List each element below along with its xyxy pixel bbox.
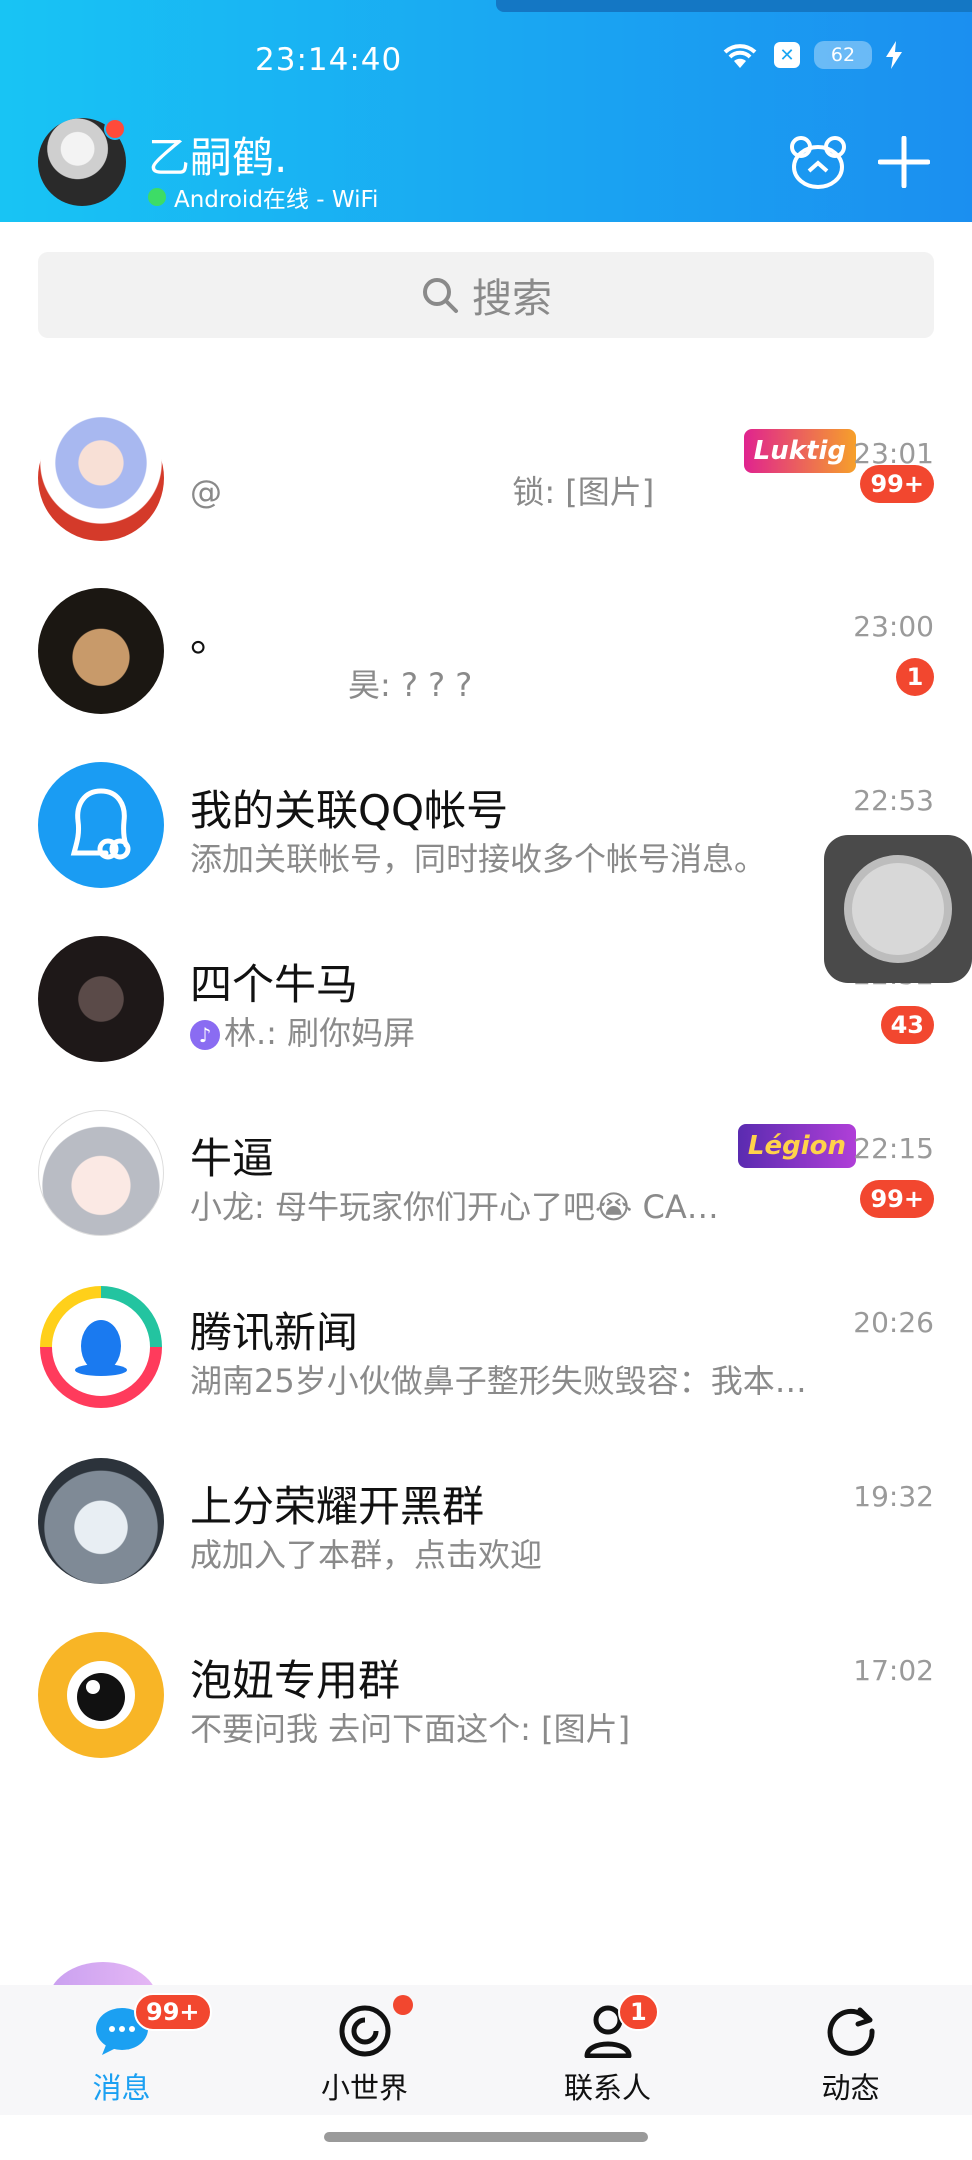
chat-item[interactable]: 牛逼 Légion 22:15 小龙: 母牛玩家你们开心了吧😭 CA… 99+: [0, 1070, 972, 1244]
nav-messages[interactable]: 消息 99+: [0, 1985, 243, 2115]
notification-x-icon: ✕: [774, 42, 800, 68]
eye-logo-icon: [67, 1661, 135, 1729]
chat-title: 腾讯新闻: [190, 1308, 359, 1357]
music-note-icon: ♪: [190, 1020, 220, 1050]
online-status-text: Android在线 - WiFi: [174, 187, 379, 213]
unread-badge: 99+: [860, 1180, 934, 1218]
chat-avatar[interactable]: [38, 1284, 164, 1410]
refresh-star-icon: [823, 2003, 879, 2059]
status-time: 23:14:40: [255, 42, 403, 78]
avatar-notification-dot: [104, 118, 126, 140]
chat-preview: 湖南25岁小伙做鼻子整形失败毁容：我本…: [190, 1362, 807, 1400]
online-dot-icon: [148, 188, 166, 206]
search-placeholder: 搜索: [472, 276, 552, 322]
bear-icon: [790, 136, 846, 189]
chat-preview: 不要问我 去问下面这个: [图片]: [190, 1710, 631, 1748]
chat-preview-text: 锁: [图片]: [512, 473, 655, 511]
unread-badge: 1: [896, 658, 934, 696]
chat-time: 20:26: [853, 1306, 934, 1339]
chat-preview-mention: @: [190, 473, 222, 511]
chat-preview: 成加入了本群，点击欢迎: [190, 1536, 543, 1574]
chat-preview: ♪ 林.: 刷你妈屏: [190, 1008, 415, 1054]
chat-item[interactable]: 泡妞专用群 17:02 不要问我 去问下面这个: [图片]: [0, 1592, 972, 1766]
nav-contacts-label: 联系人: [563, 2071, 651, 2105]
chat-preview: 昊: ? ? ?: [348, 666, 473, 704]
nickname: 乙嗣鹤.: [148, 133, 288, 182]
chat-item[interactable]: 。 23:00 昊: ? ? ? 1: [0, 548, 972, 722]
chat-avatar[interactable]: [38, 936, 164, 1062]
chat-avatar[interactable]: [38, 588, 164, 714]
search-icon: [423, 278, 458, 313]
chat-preview-text: 林.: 刷你妈屏: [224, 1014, 416, 1052]
chat-preview: @ 锁: [图片]: [190, 467, 654, 513]
nav-world-dot: [393, 1995, 413, 2015]
pet-button[interactable]: [786, 130, 850, 194]
wifi-icon: [720, 40, 760, 70]
chat-preview: 小龙: 母牛玩家你们开心了吧😭 CA…: [190, 1188, 719, 1226]
chat-preview: 添加关联帐号，同时接收多个帐号消息。: [190, 840, 767, 878]
chat-avatar[interactable]: [38, 415, 164, 541]
nav-messages-label: 消息: [92, 2071, 151, 2105]
status-indicator-line: [496, 0, 972, 12]
status-bar: 23:14:40 ✕ 62: [0, 0, 972, 120]
chat-title: 上分荣耀开黑群: [190, 1482, 485, 1531]
chat-time: 22:53: [853, 784, 934, 817]
charging-icon: [886, 41, 902, 69]
chat-title: 。: [190, 612, 233, 661]
nav-feed-label: 动态: [821, 2071, 880, 2105]
nav-feed[interactable]: 动态: [729, 1985, 972, 2115]
chat-title: 泡妞专用群: [190, 1656, 401, 1705]
unread-badge: 99+: [860, 465, 934, 503]
nav-contacts-badge: 1: [618, 1993, 659, 2031]
chat-title: 我的关联QQ帐号: [190, 786, 509, 835]
group-tag-badge: Luktig: [743, 429, 856, 473]
chat-title: 牛逼: [190, 1134, 275, 1183]
chat-item[interactable]: 腾讯新闻 20:26 湖南25岁小伙做鼻子整形失败毁容：我本…: [0, 1244, 972, 1418]
chat-avatar[interactable]: [38, 762, 164, 888]
nav-contacts[interactable]: 联系人 1: [486, 1985, 729, 2115]
floating-assistive-button[interactable]: [824, 835, 972, 983]
chat-time: 23:00: [853, 610, 934, 643]
status-icons: ✕ 62: [720, 40, 902, 70]
battery-indicator: 62: [814, 41, 872, 69]
home-indicator[interactable]: [324, 2132, 648, 2142]
plus-icon: [878, 136, 930, 188]
group-tag-badge: Légion: [737, 1124, 856, 1168]
tencent-news-logo-icon: [40, 1286, 162, 1408]
chat-time: 17:02: [853, 1654, 934, 1687]
chat-time: 19:32: [853, 1480, 934, 1513]
chat-item[interactable]: 上分荣耀开黑群 19:32 成加入了本群，点击欢迎: [0, 1418, 972, 1592]
bottom-nav: 消息 99+ 小世界 联系人 1 动态: [0, 1985, 972, 2115]
add-button[interactable]: [872, 130, 936, 194]
unread-badge: 43: [880, 1006, 934, 1044]
chat-item[interactable]: Luktig 23:01 @ 锁: [图片] 99+: [0, 375, 972, 549]
search-bar[interactable]: 搜索: [38, 252, 934, 338]
chat-avatar[interactable]: [38, 1110, 164, 1236]
world-ring-icon: [337, 2003, 393, 2059]
online-status[interactable]: Android在线 - WiFi: [148, 180, 378, 214]
nav-world[interactable]: 小世界: [243, 1985, 486, 2115]
nav-world-label: 小世界: [320, 2071, 408, 2105]
linked-account-icon: [70, 788, 131, 860]
chat-title: 四个牛马: [190, 960, 359, 1009]
chat-avatar[interactable]: [38, 1632, 164, 1758]
floating-button-circle: [844, 855, 952, 963]
chat-time: 22:15: [853, 1132, 934, 1165]
nav-messages-badge: 99+: [134, 1993, 212, 2031]
header: 23:14:40 ✕ 62 乙嗣鹤. Android在线 - WiFi: [0, 0, 972, 222]
chat-avatar[interactable]: [38, 1458, 164, 1584]
